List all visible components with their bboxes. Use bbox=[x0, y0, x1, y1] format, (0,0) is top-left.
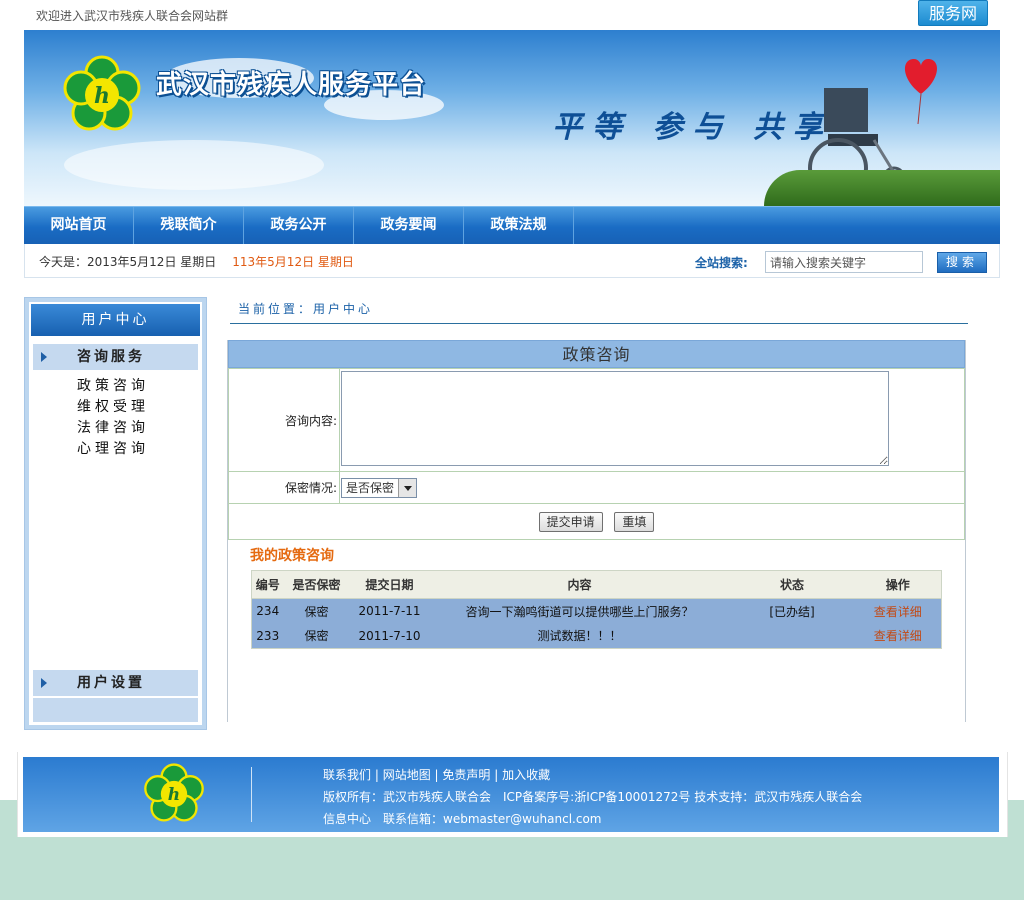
welcome-text: 欢迎进入武汉市残疾人联合会网站群 bbox=[36, 9, 229, 23]
arrow-right-icon bbox=[41, 678, 47, 688]
info-bar: 今天是：2013年5月12日 星期日113年5月12日 星期日 全站搜索: 搜索 bbox=[24, 244, 1000, 278]
reset-button[interactable]: 重填 bbox=[614, 511, 655, 532]
footer-text: 联系我们 | 网站地图 | 免责声明 | 加入收藏 版权所有：武汉市残疾人联合会… bbox=[323, 764, 862, 830]
col-id: 编号 bbox=[251, 570, 284, 599]
table-row: 233 保密 2011-7-10 测试数据！！！ 查看详细 bbox=[251, 623, 942, 649]
col-content: 内容 bbox=[429, 570, 730, 599]
col-date: 提交日期 bbox=[349, 570, 430, 599]
footer-link-favorite[interactable]: 加入收藏 bbox=[502, 768, 550, 782]
sidebar-item-psych[interactable]: 心理咨询 bbox=[77, 439, 149, 460]
footer-link-disclaimer[interactable]: 免责声明 bbox=[442, 768, 490, 782]
panel-title: 政策咨询 bbox=[228, 340, 965, 368]
content-label: 咨询内容: bbox=[228, 368, 340, 472]
footer-divider bbox=[251, 767, 252, 822]
nav-gov-affairs[interactable]: 政务公开 bbox=[244, 207, 354, 244]
footer-contact: 信息中心 联系信箱：webmaster@wuhancl.com bbox=[323, 812, 602, 826]
footer-logo: h bbox=[143, 763, 205, 825]
arrow-right-icon bbox=[41, 352, 47, 362]
nav-news[interactable]: 政务要闻 bbox=[354, 207, 464, 244]
footer: h 联系我们 | 网站地图 | 免责声明 | 加入收藏 版权所有：武汉市残疾人联… bbox=[17, 752, 1008, 837]
top-strip: 欢迎进入武汉市残疾人联合会网站群 服务网 bbox=[24, 0, 1000, 30]
date-text: 今天是：2013年5月12日 星期日 113年5月12日 星期日 bbox=[39, 255, 354, 269]
chevron-down-icon bbox=[398, 478, 417, 497]
secret-select[interactable]: 是否保密 bbox=[341, 477, 418, 498]
breadcrumb: 当前位置：用户中心 bbox=[230, 300, 968, 324]
federation-logo: h bbox=[62, 55, 142, 135]
my-consult-table: 编号 是否保密 提交日期 内容 状态 操作 234 保密 2011-7-11 咨… bbox=[251, 570, 942, 649]
svg-text:h: h bbox=[168, 785, 180, 805]
sidebar-section-settings[interactable]: 用户设置 bbox=[33, 670, 198, 696]
date-alt-text: 113年5月12日 星期日 bbox=[232, 255, 354, 269]
search-label: 全站搜索: bbox=[695, 256, 748, 270]
heart-balloon-illustration bbox=[904, 59, 938, 124]
table-row: 234 保密 2011-7-11 咨询一下瀚鸣街道可以提供哪些上门服务？ [已办… bbox=[251, 598, 942, 624]
sidebar-section-consult[interactable]: 咨询服务 bbox=[33, 344, 198, 370]
site-title: 武汉市残疾人服务平台 bbox=[156, 70, 427, 100]
consult-panel: 政策咨询 咨询内容: 保密情况: 是否保密 提交申请 重填 我的政策咨询 编号 bbox=[227, 340, 966, 722]
nav-policy[interactable]: 政策法规 bbox=[464, 207, 574, 244]
col-status: 状态 bbox=[729, 570, 855, 599]
secret-label: 保密情况: bbox=[228, 471, 340, 504]
col-secret: 是否保密 bbox=[283, 570, 350, 599]
view-detail-link[interactable]: 查看详细 bbox=[874, 629, 922, 643]
sidebar-item-policy[interactable]: 政策咨询 bbox=[77, 376, 149, 397]
header-banner: h 武汉市残疾人服务平台 平等 参与 共享 bbox=[24, 30, 1000, 206]
nav-home[interactable]: 网站首页 bbox=[24, 207, 134, 244]
svg-text:h: h bbox=[94, 83, 110, 109]
nav-about[interactable]: 残联简介 bbox=[134, 207, 244, 244]
consult-form: 咨询内容: 保密情况: 是否保密 提交申请 重填 bbox=[228, 368, 965, 540]
sidebar: 用户中心 咨询服务 政策咨询 维权受理 法律咨询 心理咨询 用户设置 bbox=[24, 297, 207, 730]
grass-decoration bbox=[764, 170, 1000, 206]
content-textarea[interactable] bbox=[341, 371, 889, 466]
footer-link-contact[interactable]: 联系我们 bbox=[323, 768, 371, 782]
search-button[interactable]: 搜索 bbox=[937, 252, 987, 273]
footer-link-sitemap[interactable]: 网站地图 bbox=[383, 768, 431, 782]
sidebar-item-legal[interactable]: 法律咨询 bbox=[77, 418, 149, 439]
submit-button[interactable]: 提交申请 bbox=[538, 511, 603, 532]
col-action: 操作 bbox=[854, 570, 942, 599]
sidebar-item-rights[interactable]: 维权受理 bbox=[77, 397, 149, 418]
main-nav: 网站首页 残联简介 政务公开 政务要闻 政策法规 bbox=[24, 206, 1000, 244]
my-consult-title: 我的政策咨询 bbox=[250, 548, 334, 564]
sidebar-footer bbox=[33, 698, 198, 722]
footer-copyright: 版权所有：武汉市残疾人联合会 ICP备案序号:浙ICP备10001272号 技术… bbox=[323, 790, 863, 804]
sidebar-header: 用户中心 bbox=[31, 304, 200, 336]
sidebar-consult-list: 政策咨询 维权受理 法律咨询 心理咨询 bbox=[77, 376, 149, 460]
service-net-badge[interactable]: 服务网 bbox=[918, 0, 988, 26]
search-input[interactable] bbox=[765, 251, 923, 273]
view-detail-link[interactable]: 查看详细 bbox=[874, 605, 922, 619]
